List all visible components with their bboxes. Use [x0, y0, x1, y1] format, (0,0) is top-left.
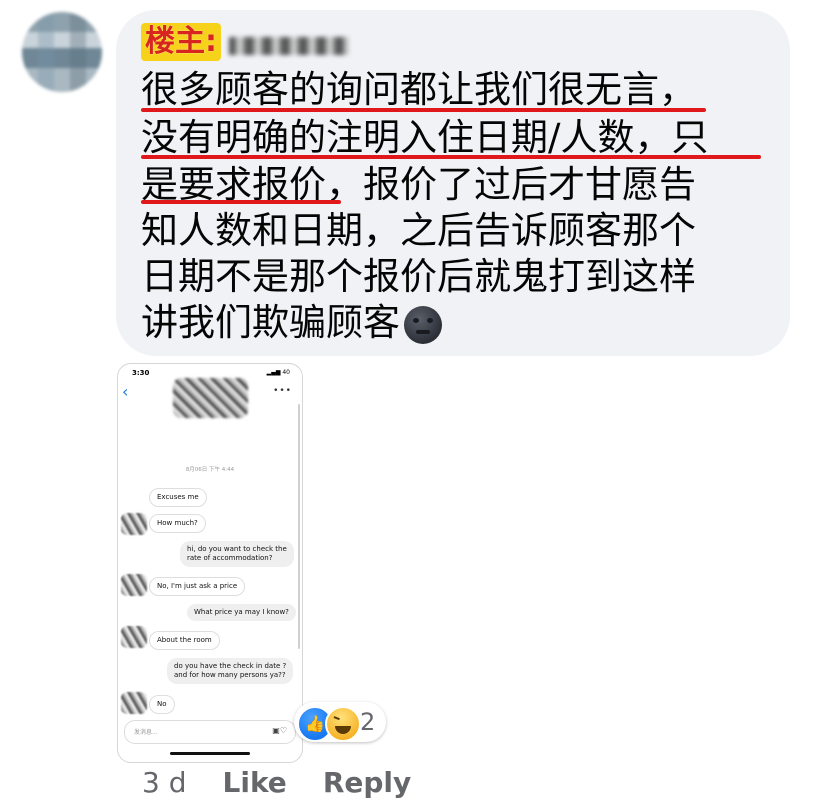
reaction-count: 2	[360, 708, 376, 736]
contact-avatar-redacted	[121, 574, 147, 596]
new-moon-face-icon	[404, 305, 442, 344]
status-battery-text: 40	[282, 369, 290, 376]
comment-line-5: 日期不是那个报价后就鬼打到这样	[141, 255, 696, 298]
comment-line-6-text: 讲我们欺骗顾客	[141, 301, 400, 344]
chat-message-incoming: No	[149, 695, 175, 714]
comment-author[interactable]: 楼主:	[141, 22, 349, 62]
comment-timestamp[interactable]: 3 d	[142, 766, 187, 799]
comment-line-2: 没有明确的注明入住日期/人数，只	[141, 116, 709, 159]
chat-message-incoming: How much?	[149, 514, 206, 533]
highlight-underline	[141, 200, 341, 204]
chat-message-incoming: Excuses me	[149, 488, 207, 507]
comment-line-1: 很多顾客的询问都让我们很无言，	[141, 68, 696, 111]
message-input: 发消息... ▣♡	[124, 720, 296, 744]
attached-chat-screenshot[interactable]: 3:30 ▂▄▆ 40 ‹ ••• 8月06日 下午 4:44 Excuses …	[117, 363, 303, 763]
reply-button[interactable]: Reply	[323, 766, 411, 799]
message-input-placeholder: 发消息...	[134, 729, 158, 736]
chat-message-incoming: About the room	[149, 631, 220, 650]
highlight-underline	[141, 155, 761, 159]
chat-contact-redacted	[173, 378, 248, 418]
scrollbar	[298, 404, 300, 649]
chat-date-label: 8月06日 下午 4:44	[185, 467, 235, 473]
comment-actions: 3 d Like Reply	[142, 766, 411, 799]
commenter-avatar[interactable]	[22, 12, 102, 92]
contact-avatar-redacted	[121, 692, 147, 714]
chat-message-outgoing: hi, do you want to check the rate of acc…	[180, 541, 294, 567]
reactions-summary[interactable]: 👍 2	[294, 702, 386, 742]
more-options-icon: •••	[273, 386, 292, 396]
chat-message-incoming: No, I'm just ask a price	[149, 577, 246, 596]
image-heart-icons: ▣♡	[272, 726, 287, 735]
comment-line-4: 知人数和日期，之后告诉顾客那个	[141, 209, 696, 252]
status-time: 3:30	[132, 369, 150, 377]
chat-message-outgoing: do you have the check in date ? and for …	[167, 658, 294, 684]
author-name-redacted	[229, 37, 349, 55]
contact-avatar-redacted	[121, 626, 147, 648]
comment-line-6: 讲我们欺骗顾客	[141, 300, 442, 345]
contact-avatar-redacted	[121, 513, 147, 535]
chat-message-outgoing: What price ya may I know?	[187, 604, 296, 621]
haha-icon	[325, 706, 361, 742]
back-chevron-icon: ‹	[122, 382, 129, 401]
like-button[interactable]: Like	[223, 766, 287, 799]
status-signal: ▂▄▆ 40	[266, 369, 290, 376]
author-badge: 楼主:	[141, 23, 221, 61]
highlight-underline	[141, 108, 706, 112]
home-indicator	[170, 752, 250, 755]
